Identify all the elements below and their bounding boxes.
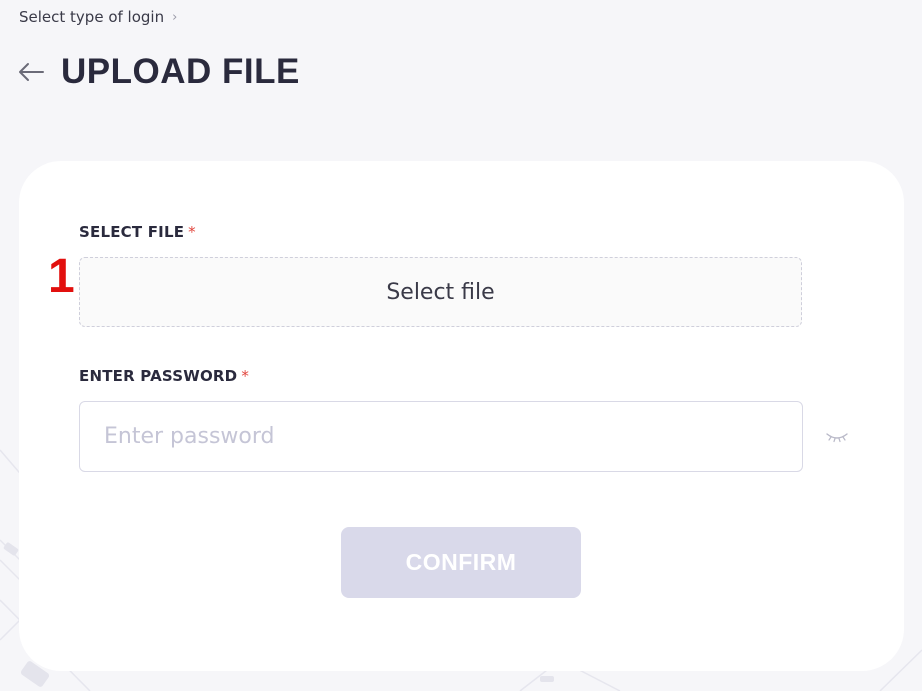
enter-password-label: ENTER PASSWORD *: [79, 367, 249, 385]
eye-closed-icon[interactable]: [824, 429, 850, 445]
required-marker: *: [241, 367, 250, 385]
enter-password-label-text: ENTER PASSWORD: [79, 367, 238, 385]
upload-form-card: SELECT FILE * 1 Select file ENTER PASSWOR…: [19, 161, 904, 671]
confirm-button[interactable]: CONFIRM: [341, 527, 581, 598]
select-file-button[interactable]: Select file: [79, 257, 802, 327]
breadcrumb-separator: ›: [172, 9, 178, 25]
required-marker: *: [188, 223, 196, 241]
select-file-button-label: Select file: [386, 279, 495, 305]
page-header: UPLOAD FILE: [17, 52, 300, 92]
breadcrumb: Select type of login ›: [19, 8, 177, 26]
select-file-label-text: SELECT FILE: [79, 223, 185, 241]
select-file-label: SELECT FILE *: [79, 223, 196, 241]
arrow-left-icon[interactable]: [17, 58, 45, 86]
breadcrumb-link-select-login-type[interactable]: Select type of login: [19, 8, 164, 26]
step-number-marker: 1: [48, 250, 75, 303]
page-title: UPLOAD FILE: [61, 52, 300, 91]
password-input[interactable]: [79, 401, 803, 472]
